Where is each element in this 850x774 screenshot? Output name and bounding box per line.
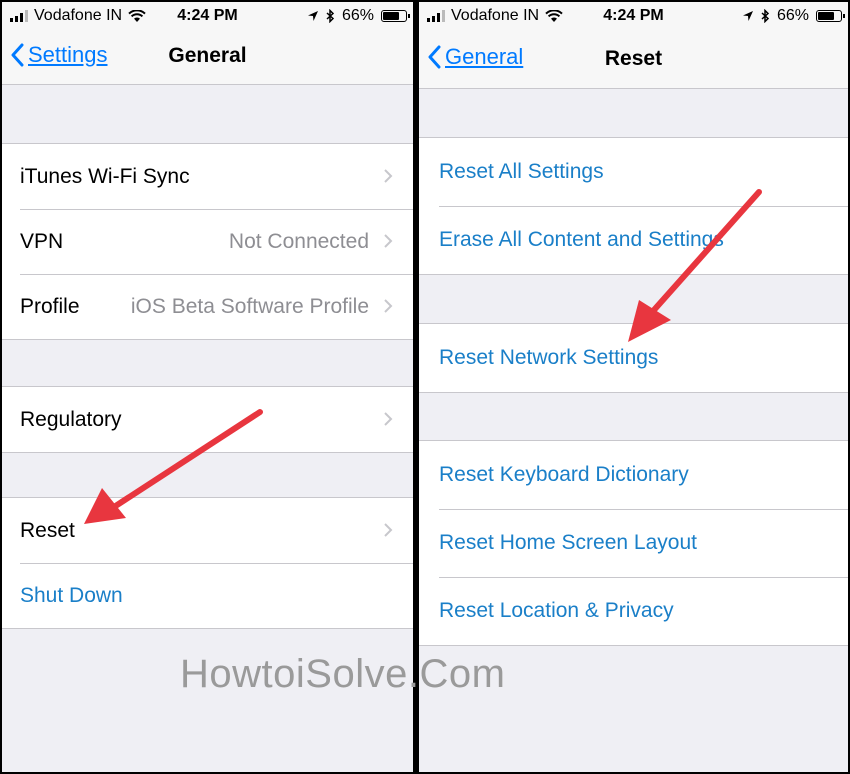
screenshot-frame: Vodafone IN 4:24 PM 66% Settings General…: [0, 0, 850, 774]
watermark: HowtoiSolve.Com: [180, 652, 506, 696]
